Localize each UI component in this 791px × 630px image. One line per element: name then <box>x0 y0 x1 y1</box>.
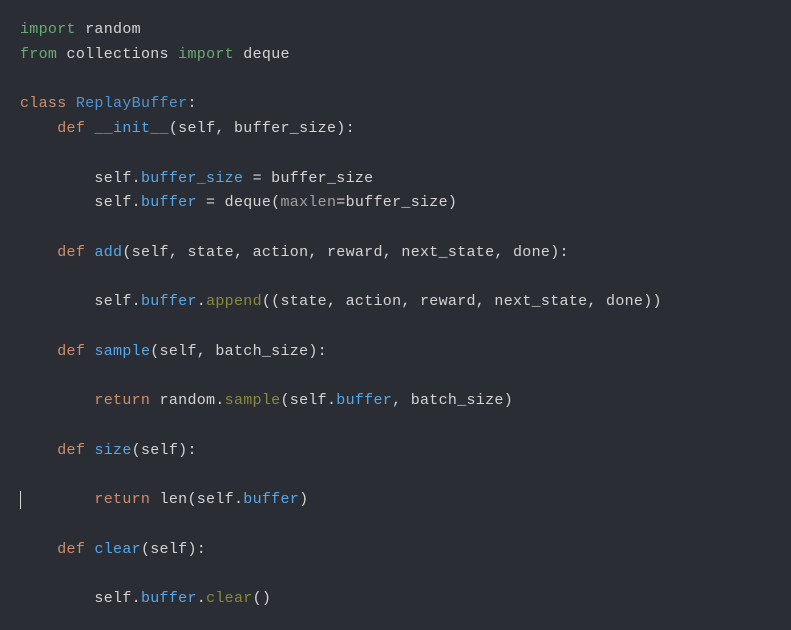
indent <box>20 343 57 360</box>
text <box>150 491 159 508</box>
indent <box>20 442 57 459</box>
function-name: __init__ <box>94 120 168 137</box>
blank-line <box>20 365 771 390</box>
params: (self, state, action, reward, next_state… <box>122 244 568 261</box>
code-line: return random.sample(self.buffer, batch_… <box>20 389 771 414</box>
keyword-def: def <box>57 541 85 558</box>
method-call: clear <box>206 590 253 607</box>
indent <box>20 244 57 261</box>
keyword-def: def <box>57 120 85 137</box>
keyword-def: def <box>57 343 85 360</box>
blank-line <box>20 315 771 340</box>
class-name: ReplayBuffer <box>76 95 188 112</box>
attribute: buffer_size <box>141 170 243 187</box>
indent <box>20 541 57 558</box>
text <box>57 46 66 63</box>
imported-name: deque <box>243 46 290 63</box>
code-line: self.buffer.append((state, action, rewar… <box>20 290 771 315</box>
indent <box>20 392 94 409</box>
method-call: append <box>206 293 262 310</box>
attribute: buffer <box>141 194 197 211</box>
code-line: import random <box>20 18 771 43</box>
method-call: sample <box>225 392 281 409</box>
function-name: size <box>94 442 131 459</box>
args: ((state, action, reward, next_state, don… <box>262 293 662 310</box>
blank-line <box>20 464 771 489</box>
params: (self): <box>141 541 206 558</box>
indent <box>20 194 94 211</box>
code-line: def add(self, state, action, reward, nex… <box>20 241 771 266</box>
function-name: clear <box>94 541 141 558</box>
params: (self, buffer_size): <box>169 120 355 137</box>
keyword-def: def <box>57 244 85 261</box>
code-line: def clear(self): <box>20 538 771 563</box>
code-line: self.buffer = deque(maxlen=buffer_size) <box>20 191 771 216</box>
blank-line <box>20 216 771 241</box>
punctuation: : <box>187 95 196 112</box>
indent <box>20 491 94 508</box>
params: (self, batch_size): <box>150 343 327 360</box>
function-name: sample <box>94 343 150 360</box>
blank-line <box>20 142 771 167</box>
code-line: return len(self.buffer) <box>20 488 771 513</box>
params: (self): <box>132 442 197 459</box>
assignment: = buffer_size <box>243 170 373 187</box>
self-ref: self. <box>94 170 141 187</box>
blank-line <box>20 266 771 291</box>
args: () <box>253 590 272 607</box>
code-editor[interactable]: import random from collections import de… <box>20 18 771 612</box>
module-name: collections <box>67 46 169 63</box>
attribute: buffer <box>243 491 299 508</box>
attribute: buffer <box>336 392 392 409</box>
keyword-class: class <box>20 95 67 112</box>
attribute: buffer <box>141 590 197 607</box>
blank-line <box>20 414 771 439</box>
keyword-return: return <box>94 491 150 508</box>
keyword-def: def <box>57 442 85 459</box>
dot: . <box>197 293 206 310</box>
self-ref: self. <box>94 293 141 310</box>
kwarg: maxlen <box>280 194 336 211</box>
blank-line <box>20 68 771 93</box>
indent <box>20 590 94 607</box>
keyword-import: import <box>178 46 234 63</box>
text: =buffer_size) <box>336 194 457 211</box>
keyword-from: from <box>20 46 57 63</box>
code-line: def sample(self, batch_size): <box>20 340 771 365</box>
blank-line <box>20 563 771 588</box>
blank-line <box>20 513 771 538</box>
self-ref: self. <box>94 194 141 211</box>
module-name: random <box>85 21 141 38</box>
function-name: add <box>94 244 122 261</box>
keyword-return: return <box>94 392 150 409</box>
code-line: from collections import deque <box>20 43 771 68</box>
indent <box>20 170 94 187</box>
indent <box>20 293 94 310</box>
text-cursor <box>20 491 21 509</box>
call: deque( <box>225 194 281 211</box>
indent <box>20 120 57 137</box>
text: (self. <box>280 392 336 409</box>
module-name <box>76 21 85 38</box>
text: ) <box>299 491 308 508</box>
dot: . <box>197 590 206 607</box>
text <box>169 46 178 63</box>
text <box>67 95 76 112</box>
code-line: def __init__(self, buffer_size): <box>20 117 771 142</box>
assignment: = <box>197 194 225 211</box>
code-line: self.buffer.clear() <box>20 587 771 612</box>
keyword-import: import <box>20 21 76 38</box>
code-line: self.buffer_size = buffer_size <box>20 167 771 192</box>
text <box>234 46 243 63</box>
code-line: def size(self): <box>20 439 771 464</box>
self-ref: self. <box>94 590 141 607</box>
code-line: class ReplayBuffer: <box>20 92 771 117</box>
call: len(self. <box>160 491 244 508</box>
attribute: buffer <box>141 293 197 310</box>
text: , batch_size) <box>392 392 513 409</box>
text: random. <box>150 392 224 409</box>
